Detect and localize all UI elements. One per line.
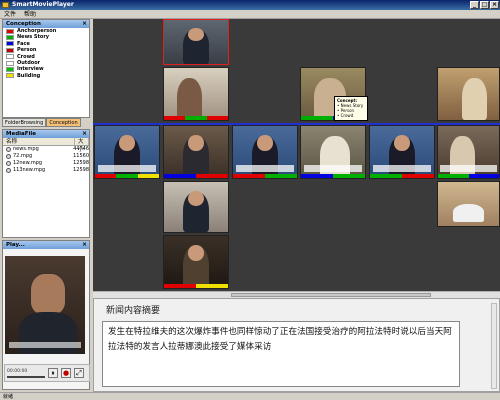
file-size: 11560 <box>73 153 89 159</box>
file-row[interactable]: 113new.mpg 12598 <box>3 167 89 174</box>
column-size[interactable]: 大小 <box>75 138 89 153</box>
window-title: SmartMoviePlayer <box>12 1 74 8</box>
file-name: 113new.mpg <box>13 167 46 173</box>
concept-color-swatch <box>6 47 14 53</box>
menu-bar: 文件 帮助 <box>0 10 500 19</box>
video-preview[interactable] <box>5 256 85 354</box>
media-file-icon <box>6 168 11 173</box>
fullscreen-button[interactable]: ⤢ <box>74 368 84 378</box>
concept-item[interactable]: Building <box>3 73 89 79</box>
column-name[interactable]: 名称 <box>3 138 75 145</box>
concept-color-swatch <box>6 41 14 47</box>
close-icon[interactable]: × <box>82 20 87 28</box>
file-size: 12598 <box>73 167 89 173</box>
summary-box[interactable]: 发生在特拉维夫的这次爆炸事件也同样惊动了正在法国接受治疗的阿拉法特时说以后当天阿… <box>102 321 460 387</box>
keyframe-thumb[interactable] <box>163 181 229 233</box>
summary-text: 发生在特拉维夫的这次爆炸事件也同样惊动了正在法国接受治疗的阿拉法特时说以后当天阿… <box>108 327 452 352</box>
mediafile-panel: MediaFile × 名称 大小 news.mpg 44746 72.mpg 115… <box>2 129 90 238</box>
status-text: 就绪 <box>3 394 14 400</box>
keyframe-thumb[interactable] <box>437 125 500 179</box>
close-icon[interactable]: × <box>82 241 87 249</box>
file-name: news.mpg <box>13 146 39 152</box>
record-button[interactable]: ● <box>61 368 71 378</box>
mediafile-panel-header: MediaFile × <box>3 130 89 138</box>
file-name-cell: 12new.mpg <box>3 160 73 167</box>
file-size: 44746 <box>73 146 89 152</box>
status-bar: 就绪 <box>0 392 500 400</box>
keyframe-thumb[interactable] <box>163 67 229 121</box>
app-icon <box>2 2 9 8</box>
keyframe-thumb[interactable] <box>163 19 229 65</box>
maximize-button[interactable]: □ <box>480 1 489 9</box>
pause-button[interactable]: ⏸ <box>48 368 58 378</box>
keyframe-thumb[interactable] <box>437 67 500 121</box>
file-list: news.mpg 44746 72.mpg 11560 12new.mpg 12598 11… <box>3 146 89 174</box>
mediafile-panel-title: MediaFile <box>6 131 36 137</box>
menu-help[interactable]: 帮助 <box>24 10 36 18</box>
keyframe-thumb[interactable] <box>163 235 229 289</box>
media-file-icon <box>6 154 11 159</box>
concept-popup-item: • Crowd <box>337 113 354 118</box>
close-button[interactable]: × <box>490 1 499 9</box>
minimize-button[interactable]: _ <box>470 1 479 9</box>
keyframe-thumb[interactable] <box>437 181 500 227</box>
keyframe-thumb[interactable] <box>163 125 229 179</box>
concept-color-swatch <box>6 60 14 66</box>
tab-conception[interactable]: Conception <box>46 118 81 127</box>
file-name-cell: news.mpg <box>3 146 73 153</box>
concept-color-swatch <box>6 28 14 34</box>
player-panel-title: Play... <box>6 242 25 248</box>
summary-panel: 新闻内容摘要 发生在特拉维夫的这次爆炸事件也同样惊动了正在法国接受治疗的阿拉法特… <box>93 298 500 392</box>
file-name: 72.mpg <box>13 153 33 159</box>
concept-color-swatch <box>6 35 14 41</box>
mediafile-columns: 名称 大小 <box>3 138 89 153</box>
player-panel-header: Play... × <box>3 241 89 249</box>
concept-popup: Concept: • News Story • Person • Crowd <box>334 96 368 121</box>
selection-row-line <box>93 123 500 125</box>
summary-scrollbar[interactable] <box>491 303 497 389</box>
concept-color-swatch <box>6 67 14 73</box>
keyframe-thumb[interactable] <box>232 125 298 179</box>
file-row[interactable]: 12new.mpg 12598 <box>3 160 89 167</box>
concepts-panel: Conception × Anchorperson News Story Face P… <box>2 19 90 118</box>
concept-color-swatch <box>6 73 14 79</box>
scrollbar-thumb[interactable] <box>231 293 431 297</box>
file-name-cell: 113new.mpg <box>3 167 73 174</box>
concepts-panel-header: Conception × <box>3 20 89 28</box>
media-file-icon <box>6 147 11 152</box>
timestamp: 00:00:00 <box>7 369 28 374</box>
title-bar: SmartMoviePlayer _ □ × <box>0 0 500 10</box>
concept-color-swatch <box>6 54 14 60</box>
keyframe-thumb[interactable] <box>300 125 366 179</box>
summary-title: 新闻内容摘要 <box>106 306 161 316</box>
file-name-cell: 72.mpg <box>3 153 73 160</box>
keyframe-thumb[interactable] <box>94 125 160 179</box>
file-size: 12598 <box>73 160 89 166</box>
tab-folder-browsing[interactable]: FolderBrowsing <box>2 118 47 127</box>
keyframe-mosaic: Concept: • News Story • Person • Crowd <box>93 19 500 291</box>
concepts-panel-title: Conception <box>6 21 41 27</box>
keyframe-thumb[interactable] <box>369 125 435 179</box>
media-file-icon <box>6 161 11 166</box>
file-name: 12new.mpg <box>13 160 43 166</box>
file-row[interactable]: 72.mpg 11560 <box>3 153 89 160</box>
menu-file[interactable]: 文件 <box>4 10 16 18</box>
file-row[interactable]: news.mpg 44746 <box>3 146 89 153</box>
timeline-track[interactable] <box>7 376 45 378</box>
close-icon[interactable]: × <box>82 130 87 138</box>
mosaic-scrollbar[interactable] <box>93 291 500 298</box>
concept-label: Building <box>17 72 41 79</box>
panel-tabs: FolderBrowsing Conception <box>2 118 90 127</box>
concept-list: Anchorperson News Story Face Person Crowd Out… <box>3 28 89 79</box>
